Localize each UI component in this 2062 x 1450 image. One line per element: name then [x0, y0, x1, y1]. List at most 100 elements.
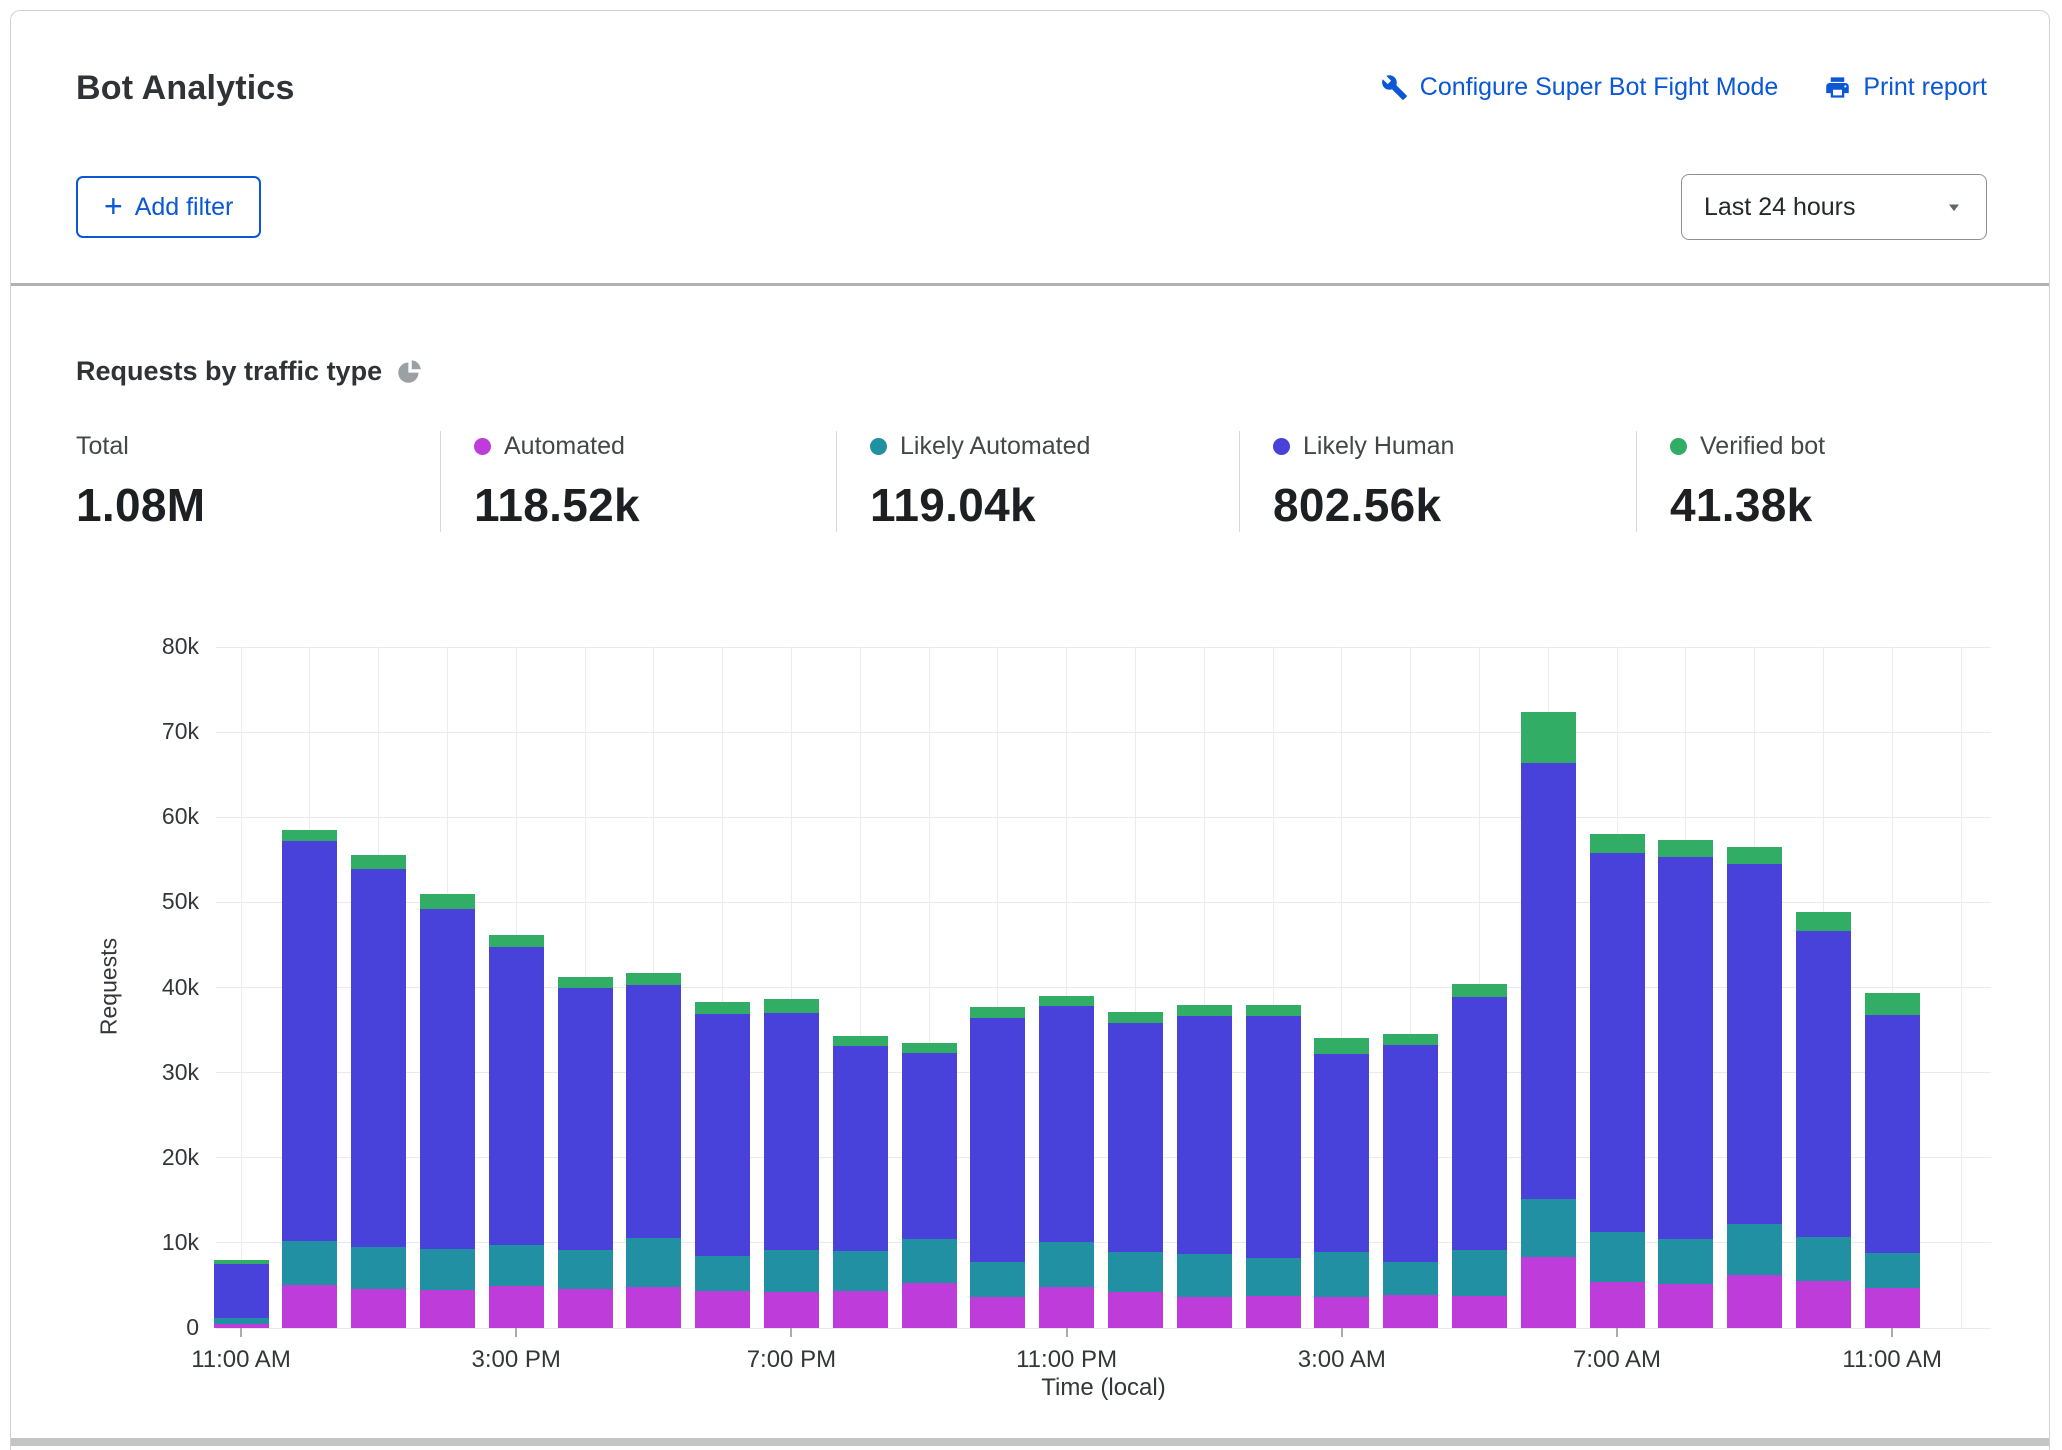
- bar-5-00-am-18[interactable]: [1452, 984, 1507, 1328]
- bar-segment-likely-automated[interactable]: [1108, 1252, 1163, 1292]
- bar-segment-likely-automated[interactable]: [626, 1238, 681, 1287]
- bar-segment-likely-human[interactable]: [1039, 1006, 1094, 1242]
- bar-segment-automated[interactable]: [558, 1289, 613, 1328]
- bar-segment-likely-automated[interactable]: [558, 1250, 613, 1289]
- bar-segment-automated[interactable]: [764, 1292, 819, 1328]
- bar-segment-automated[interactable]: [1521, 1257, 1576, 1329]
- bar-segment-automated[interactable]: [351, 1289, 406, 1328]
- bar-segment-verified-bot[interactable]: [626, 973, 681, 985]
- bar-segment-likely-automated[interactable]: [764, 1250, 819, 1293]
- bar-11-00-pm-12[interactable]: [1039, 996, 1094, 1328]
- bar-8-00-am-21[interactable]: [1658, 840, 1713, 1328]
- bar-segment-automated[interactable]: [1383, 1295, 1438, 1328]
- bar-segment-likely-automated[interactable]: [1521, 1199, 1576, 1257]
- bar-segment-likely-human[interactable]: [1796, 931, 1851, 1237]
- bar-segment-likely-automated[interactable]: [489, 1245, 544, 1286]
- bar-segment-verified-bot[interactable]: [1521, 712, 1576, 763]
- bar-segment-verified-bot[interactable]: [420, 894, 475, 909]
- bar-2-00-am-15[interactable]: [1246, 1005, 1301, 1328]
- bar-3-00-pm-4[interactable]: [489, 935, 544, 1328]
- bar-segment-verified-bot[interactable]: [1727, 847, 1782, 864]
- bar-segment-verified-bot[interactable]: [1865, 993, 1920, 1015]
- bar-segment-automated[interactable]: [1039, 1287, 1094, 1328]
- bar-6-00-pm-7[interactable]: [695, 1002, 750, 1328]
- bar-2-00-pm-3[interactable]: [420, 894, 475, 1328]
- bar-4-00-am-17[interactable]: [1383, 1034, 1438, 1329]
- bar-segment-likely-human[interactable]: [420, 909, 475, 1249]
- bar-segment-automated[interactable]: [1727, 1275, 1782, 1328]
- bar-segment-likely-human[interactable]: [1727, 864, 1782, 1224]
- bar-segment-likely-automated[interactable]: [1314, 1252, 1369, 1296]
- bar-segment-verified-bot[interactable]: [695, 1002, 750, 1014]
- bar-11-00-am-24[interactable]: [1865, 993, 1920, 1328]
- bar-7-00-am-20[interactable]: [1590, 834, 1645, 1328]
- bar-segment-verified-bot[interactable]: [833, 1036, 888, 1046]
- bar-segment-automated[interactable]: [1177, 1297, 1232, 1328]
- bar-segment-automated[interactable]: [420, 1290, 475, 1328]
- print-report-link[interactable]: Print report: [1824, 73, 1987, 102]
- bar-4-00-pm-5[interactable]: [558, 977, 613, 1328]
- bar-segment-verified-bot[interactable]: [970, 1007, 1025, 1018]
- bar-segment-verified-bot[interactable]: [764, 999, 819, 1013]
- bar-segment-automated[interactable]: [489, 1286, 544, 1328]
- bar-segment-likely-human[interactable]: [1521, 763, 1576, 1199]
- bar-11-00-am-0[interactable]: [214, 1260, 269, 1328]
- bar-segment-verified-bot[interactable]: [1452, 984, 1507, 997]
- bar-segment-likely-automated[interactable]: [695, 1256, 750, 1292]
- bar-segment-likely-human[interactable]: [282, 841, 337, 1241]
- bar-segment-likely-automated[interactable]: [1246, 1258, 1301, 1295]
- bar-segment-verified-bot[interactable]: [1658, 840, 1713, 857]
- bar-segment-likely-human[interactable]: [1452, 997, 1507, 1250]
- bar-segment-likely-automated[interactable]: [420, 1249, 475, 1290]
- bar-segment-likely-automated[interactable]: [1039, 1242, 1094, 1287]
- bar-10-00-pm-11[interactable]: [970, 1007, 1025, 1328]
- bar-segment-automated[interactable]: [902, 1283, 957, 1328]
- bar-segment-verified-bot[interactable]: [489, 935, 544, 947]
- bar-segment-automated[interactable]: [282, 1285, 337, 1328]
- bar-segment-likely-human[interactable]: [1590, 853, 1645, 1232]
- bar-1-00-am-14[interactable]: [1177, 1005, 1232, 1328]
- bar-segment-verified-bot[interactable]: [1246, 1005, 1301, 1016]
- bar-segment-automated[interactable]: [214, 1324, 269, 1328]
- bar-segment-likely-human[interactable]: [558, 988, 613, 1249]
- bar-segment-verified-bot[interactable]: [1796, 912, 1851, 931]
- bar-segment-likely-human[interactable]: [833, 1046, 888, 1251]
- bar-segment-automated[interactable]: [695, 1291, 750, 1328]
- bar-segment-likely-human[interactable]: [1177, 1016, 1232, 1254]
- bar-segment-automated[interactable]: [1865, 1288, 1920, 1328]
- add-filter-button[interactable]: + Add filter: [76, 176, 261, 238]
- bar-segment-likely-human[interactable]: [1658, 857, 1713, 1238]
- bar-segment-automated[interactable]: [833, 1291, 888, 1328]
- bar-segment-likely-automated[interactable]: [902, 1239, 957, 1282]
- bar-segment-automated[interactable]: [1108, 1292, 1163, 1328]
- bar-segment-verified-bot[interactable]: [1039, 996, 1094, 1006]
- bar-segment-likely-automated[interactable]: [1177, 1254, 1232, 1297]
- bar-segment-verified-bot[interactable]: [214, 1260, 269, 1264]
- bar-segment-likely-human[interactable]: [351, 869, 406, 1247]
- bar-segment-likely-automated[interactable]: [1865, 1253, 1920, 1288]
- bar-segment-likely-human[interactable]: [214, 1264, 269, 1318]
- bar-segment-verified-bot[interactable]: [1590, 834, 1645, 853]
- bar-segment-verified-bot[interactable]: [1177, 1005, 1232, 1016]
- bar-segment-automated[interactable]: [1658, 1284, 1713, 1328]
- bar-segment-likely-automated[interactable]: [1658, 1239, 1713, 1284]
- bar-segment-verified-bot[interactable]: [351, 855, 406, 869]
- bar-segment-verified-bot[interactable]: [1314, 1038, 1369, 1054]
- bar-12-00-pm-1[interactable]: [282, 830, 337, 1328]
- bar-segment-likely-automated[interactable]: [282, 1241, 337, 1284]
- bar-segment-likely-automated[interactable]: [1727, 1224, 1782, 1275]
- time-range-dropdown[interactable]: Last 24 hours: [1681, 174, 1987, 240]
- bar-segment-likely-human[interactable]: [764, 1013, 819, 1250]
- bar-6-00-am-19[interactable]: [1521, 712, 1576, 1328]
- bar-segment-verified-bot[interactable]: [558, 977, 613, 988]
- bar-segment-likely-human[interactable]: [1246, 1016, 1301, 1258]
- bar-segment-likely-human[interactable]: [1865, 1015, 1920, 1253]
- bar-segment-likely-automated[interactable]: [1383, 1262, 1438, 1295]
- bar-segment-likely-human[interactable]: [1108, 1023, 1163, 1252]
- bar-1-00-pm-2[interactable]: [351, 855, 406, 1328]
- bar-segment-likely-human[interactable]: [902, 1053, 957, 1239]
- bar-segment-likely-automated[interactable]: [1796, 1237, 1851, 1281]
- bar-segment-verified-bot[interactable]: [282, 830, 337, 841]
- bar-segment-likely-automated[interactable]: [351, 1247, 406, 1289]
- bar-8-00-pm-9[interactable]: [833, 1036, 888, 1328]
